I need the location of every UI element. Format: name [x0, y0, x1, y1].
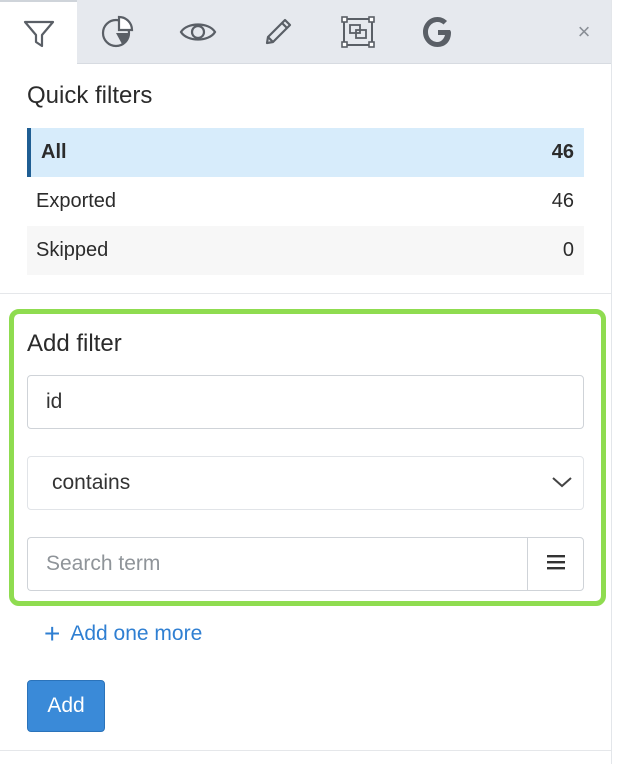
pie-chart-icon: [100, 14, 136, 50]
tab-statistics[interactable]: [79, 0, 157, 64]
bottom-divider: [0, 750, 611, 751]
quick-filter-count: 46: [551, 141, 574, 163]
quick-filter-label: Exported: [36, 190, 117, 212]
image-region-icon: [341, 16, 375, 48]
add-one-more-label: Add one more: [70, 622, 203, 645]
quick-filter-skipped[interactable]: Skipped 0: [27, 226, 584, 275]
quick-filter-label: All: [41, 141, 67, 163]
google-icon: [421, 15, 455, 49]
tab-google[interactable]: [399, 0, 477, 64]
tab-visibility[interactable]: [159, 0, 237, 64]
pencil-icon: [261, 15, 295, 49]
eye-icon: [179, 17, 217, 47]
quick-filter-all[interactable]: All 46: [27, 128, 584, 177]
search-term-group: [27, 537, 584, 591]
add-one-more-link[interactable]: + Add one more: [44, 620, 202, 648]
search-term-input[interactable]: [27, 537, 527, 591]
tab-filter[interactable]: [0, 0, 77, 65]
options-menu-button[interactable]: [527, 537, 584, 591]
tab-regions[interactable]: [319, 0, 397, 64]
filter-panel: × Quick filters All 46 Exported 46 Skipp…: [0, 0, 612, 764]
operator-select-value: contains: [52, 471, 131, 494]
tab-edit[interactable]: [239, 0, 317, 64]
chevron-down-icon: [551, 471, 573, 495]
tab-bar: ×: [0, 0, 611, 65]
filter-field-input[interactable]: [27, 375, 584, 429]
quick-filter-count: 0: [562, 239, 574, 261]
hamburger-menu-icon: [546, 553, 566, 576]
add-filter-title: Add filter: [27, 330, 122, 357]
filter-icon: [22, 17, 56, 51]
quick-filter-list: All 46 Exported 46 Skipped 0: [27, 128, 584, 275]
close-icon[interactable]: ×: [572, 18, 596, 46]
add-button[interactable]: Add: [27, 680, 105, 732]
quick-filter-count: 46: [551, 190, 574, 212]
quick-filter-exported[interactable]: Exported 46: [27, 177, 584, 226]
quick-filter-label: Skipped: [36, 239, 109, 261]
section-divider: [0, 293, 611, 294]
operator-select[interactable]: contains: [27, 456, 584, 510]
plus-icon: +: [44, 618, 61, 649]
quick-filters-title: Quick filters: [27, 82, 153, 109]
